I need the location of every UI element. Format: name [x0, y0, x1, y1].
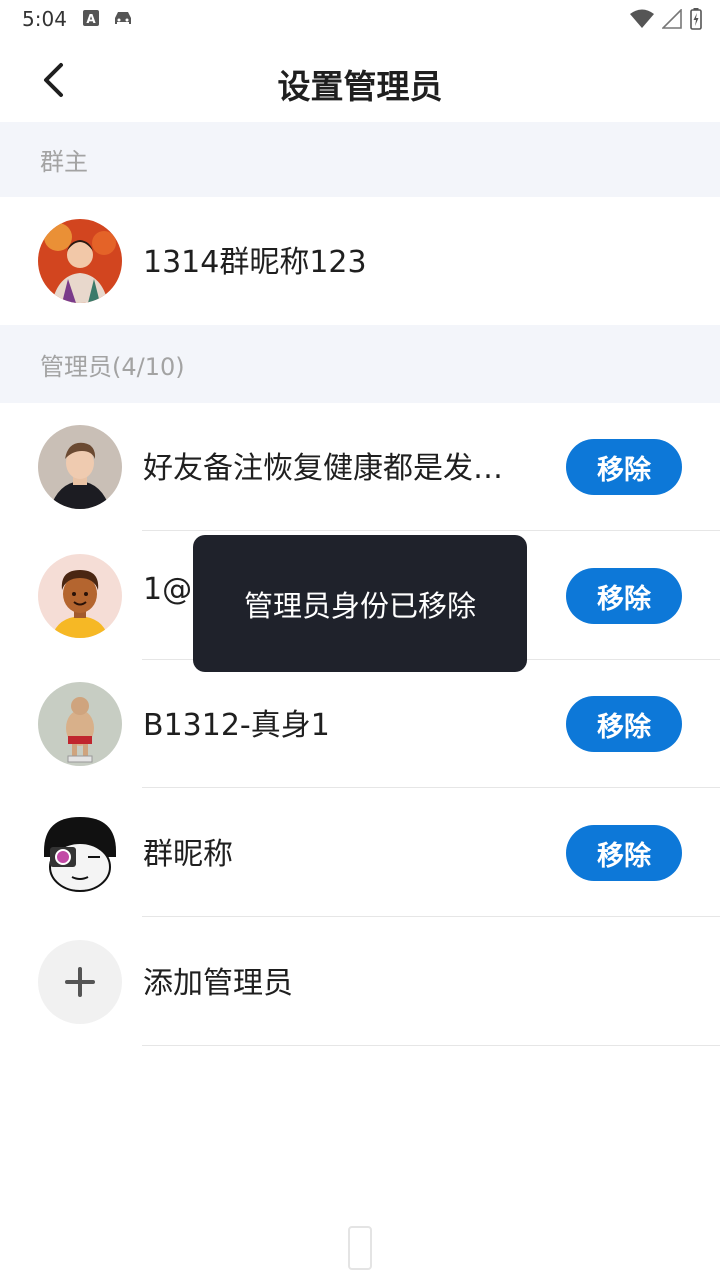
- status-time: 5:04: [22, 7, 67, 31]
- divider: [142, 787, 720, 788]
- add-admin-button[interactable]: [38, 940, 122, 1024]
- admin-row[interactable]: 群昵称 移除: [0, 789, 720, 917]
- add-admin-label: 添加管理员: [143, 966, 293, 1001]
- member-name: 群昵称: [143, 837, 233, 872]
- section-header-admins: 管理员(4/10): [0, 325, 720, 403]
- status-bar: 5:04 A: [0, 0, 720, 38]
- avatar: [38, 682, 122, 766]
- member-name: 好友备注恢复健康都是发…: [143, 451, 503, 486]
- admin-row[interactable]: B1312-真身1 移除: [0, 660, 720, 788]
- svg-text:A: A: [86, 12, 96, 26]
- member-name: B1312-真身1: [143, 708, 330, 743]
- remove-button[interactable]: 移除: [566, 568, 682, 624]
- signal-icon: [661, 8, 682, 33]
- add-admin-row[interactable]: 添加管理员: [0, 918, 720, 1046]
- battery-icon: [690, 8, 702, 34]
- toast-message: 管理员身份已移除: [193, 535, 527, 672]
- wifi-icon: [630, 9, 654, 33]
- avatar: [38, 219, 122, 303]
- member-name: 1314群昵称123: [143, 245, 367, 280]
- page-title: 设置管理员: [277, 67, 443, 106]
- divider: [142, 916, 720, 917]
- remove-button[interactable]: 移除: [566, 696, 682, 752]
- divider: [142, 530, 720, 531]
- section-header-owner: 群主: [0, 122, 720, 197]
- plus-icon: [65, 967, 95, 997]
- remove-button[interactable]: 移除: [566, 825, 682, 881]
- admin-row[interactable]: 好友备注恢复健康都是发… 移除: [0, 403, 720, 531]
- a-badge-icon: A: [82, 9, 100, 31]
- avatar: [38, 554, 122, 638]
- divider: [142, 1045, 720, 1046]
- car-icon: [112, 9, 134, 31]
- owner-row[interactable]: 1314群昵称123: [0, 197, 720, 325]
- avatar: [38, 425, 122, 509]
- app-header: 设置管理员: [0, 38, 720, 122]
- remove-button[interactable]: 移除: [566, 439, 682, 495]
- avatar: [38, 811, 122, 895]
- home-indicator: [348, 1226, 372, 1270]
